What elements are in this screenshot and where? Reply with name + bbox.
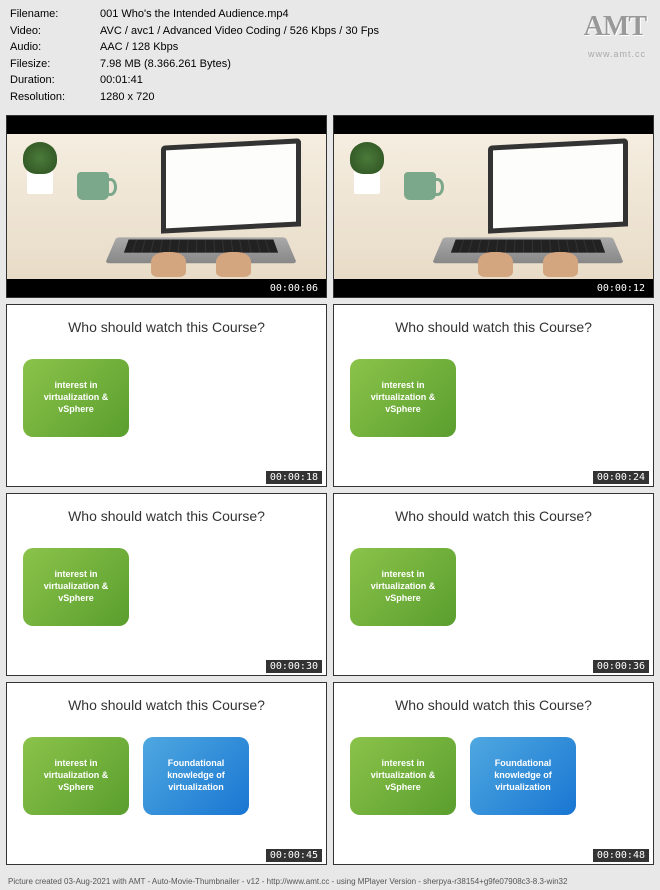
resolution-value: 1280 x 720 [100, 89, 154, 106]
video-value: AVC / avc1 / Advanced Video Coding / 526… [100, 23, 379, 40]
timestamp: 00:00:18 [266, 471, 322, 484]
footer-text: Picture created 03-Aug-2021 with AMT - A… [0, 873, 660, 890]
filesize-label: Filesize: [10, 56, 100, 73]
timestamp: 00:00:48 [593, 849, 649, 862]
thumbnail: Who should watch this Course? interest i… [6, 493, 327, 676]
slide-title: Who should watch this Course? [19, 508, 314, 524]
thumbnail: Who should watch this Course? interest i… [333, 304, 654, 487]
slide-title: Who should watch this Course? [19, 319, 314, 335]
metadata-header: Filename:001 Who's the Intended Audience… [0, 0, 660, 111]
thumbnail: Who should watch this Course? interest i… [6, 682, 327, 865]
filesize-value: 7.98 MB (8.366.261 Bytes) [100, 56, 231, 73]
thumbnail: Who should watch this Course? interest i… [333, 682, 654, 865]
audio-label: Audio: [10, 39, 100, 56]
thumbnail: Who should watch this Course? interest i… [333, 493, 654, 676]
timestamp: 00:00:24 [593, 471, 649, 484]
timestamp: 00:00:30 [266, 660, 322, 673]
timestamp: 00:00:36 [593, 660, 649, 673]
thumbnail: Who should watch this Course? interest i… [6, 304, 327, 487]
duration-value: 00:01:41 [100, 72, 143, 89]
thumbnail-grid: 00:00:06 00:00:12 Who should watch this … [0, 111, 660, 869]
plant-icon [342, 134, 392, 194]
filename-value: 001 Who's the Intended Audience.mp4 [100, 6, 289, 23]
video-label: Video: [10, 23, 100, 40]
audio-value: AAC / 128 Kbps [100, 39, 178, 56]
slide-title: Who should watch this Course? [346, 508, 641, 524]
mug-icon [77, 172, 109, 200]
duration-label: Duration: [10, 72, 100, 89]
laptop-scene-image [334, 134, 653, 279]
timestamp: 00:00:12 [593, 282, 649, 295]
green-box: interest in virtualization & vSphere [350, 548, 456, 626]
blue-box: Foundational knowledge of virtualization [143, 737, 249, 815]
slide-title: Who should watch this Course? [346, 319, 641, 335]
plant-icon [15, 134, 65, 194]
timestamp: 00:00:45 [266, 849, 322, 862]
logo-text: AMT [584, 6, 646, 48]
blue-box: Foundational knowledge of virtualization [470, 737, 576, 815]
green-box: interest in virtualization & vSphere [23, 359, 129, 437]
amt-logo: AMT www.amt.cc [584, 6, 646, 62]
resolution-label: Resolution: [10, 89, 100, 106]
slide-title: Who should watch this Course? [19, 697, 314, 713]
logo-url: www.amt.cc [584, 48, 646, 62]
thumbnail: 00:00:06 [6, 115, 327, 298]
laptop-scene-image [7, 134, 326, 279]
mug-icon [404, 172, 436, 200]
thumbnail: 00:00:12 [333, 115, 654, 298]
green-box: interest in virtualization & vSphere [350, 737, 456, 815]
green-box: interest in virtualization & vSphere [23, 737, 129, 815]
green-box: interest in virtualization & vSphere [350, 359, 456, 437]
slide-title: Who should watch this Course? [346, 697, 641, 713]
timestamp: 00:00:06 [266, 282, 322, 295]
filename-label: Filename: [10, 6, 100, 23]
green-box: interest in virtualization & vSphere [23, 548, 129, 626]
